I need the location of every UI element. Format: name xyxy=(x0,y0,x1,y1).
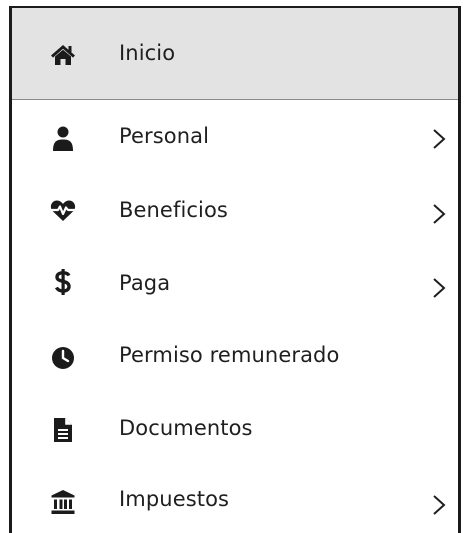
menu-item-label: Paga xyxy=(119,271,171,295)
menu-item-label: Personal xyxy=(119,124,210,148)
clock-icon xyxy=(50,345,76,371)
chevron-right-icon xyxy=(433,129,446,149)
menu-item-documentos[interactable]: Documentos xyxy=(12,388,458,458)
chevron-right-icon xyxy=(433,204,446,224)
menu-item-label: Documentos xyxy=(119,416,253,440)
menu-item-inicio[interactable]: Inicio xyxy=(12,8,458,100)
menu-item-beneficios[interactable]: Beneficios xyxy=(12,175,458,245)
chevron-right-icon xyxy=(433,278,446,298)
heart-pulse-icon xyxy=(50,198,76,224)
document-icon xyxy=(50,417,76,443)
menu-item-permiso-remunerado[interactable]: Permiso remunerado xyxy=(12,318,458,388)
side-menu: Inicio Personal Beneficios Paga Permiso … xyxy=(9,6,461,533)
menu-item-label: Inicio xyxy=(119,41,176,65)
menu-item-personal[interactable]: Personal xyxy=(12,100,458,170)
home-icon xyxy=(50,42,76,68)
user-icon xyxy=(50,126,76,152)
dollar-icon xyxy=(50,269,76,295)
menu-item-paga[interactable]: Paga xyxy=(12,245,458,315)
menu-item-label: Permiso remunerado xyxy=(119,343,340,367)
menu-item-label: Impuestos xyxy=(119,487,230,511)
menu-item-impuestos[interactable]: Impuestos xyxy=(12,463,458,533)
menu-item-label: Beneficios xyxy=(119,198,228,222)
chevron-right-icon xyxy=(433,495,446,515)
bank-icon xyxy=(50,489,76,515)
